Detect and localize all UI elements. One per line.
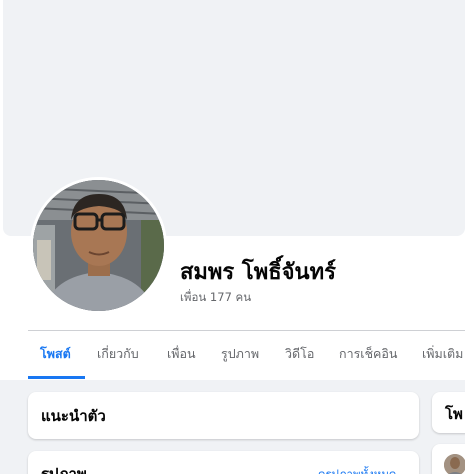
avatar-photo: [33, 180, 164, 311]
post-author-photo: [444, 454, 465, 474]
profile-page: สมพร โพธิ์จันทร์ เพื่อน 177 คน โพสต์ เกี…: [0, 0, 465, 474]
post-card: โพ: [432, 392, 465, 433]
see-all-photos-link[interactable]: ดูรูปภาพทั้งหมด: [318, 466, 396, 474]
tab-posts[interactable]: โพสต์: [40, 331, 71, 379]
tab-about[interactable]: เกี่ยวกับ: [97, 331, 139, 379]
post-author-avatar[interactable]: [444, 454, 465, 474]
intro-card: แนะนำตัว: [28, 392, 419, 439]
profile-avatar[interactable]: [30, 177, 167, 314]
friend-count[interactable]: เพื่อน 177 คน: [180, 289, 251, 307]
photos-card-title: รูปภาพ: [41, 465, 87, 474]
tab-friends[interactable]: เพื่อน: [167, 331, 196, 379]
profile-tabs: โพสต์ เกี่ยวกับ เพื่อน รูปภาพ วิดีโอ การ…: [28, 331, 465, 379]
active-tab-indicator: [28, 376, 85, 379]
tab-videos[interactable]: วิดีโอ: [285, 331, 314, 379]
tab-photos[interactable]: รูปภาพ: [221, 331, 259, 379]
post-card-title: โพ: [445, 405, 463, 423]
tab-checkins[interactable]: การเช็คอิน: [339, 331, 397, 379]
tab-more[interactable]: เพิ่มเติม: [422, 331, 463, 379]
intro-card-title: แนะนำตัว: [41, 407, 106, 425]
photos-card: รูปภาพ ดูรูปภาพทั้งหมด: [28, 451, 419, 474]
profile-name: สมพร โพธิ์จันทร์: [180, 260, 336, 285]
